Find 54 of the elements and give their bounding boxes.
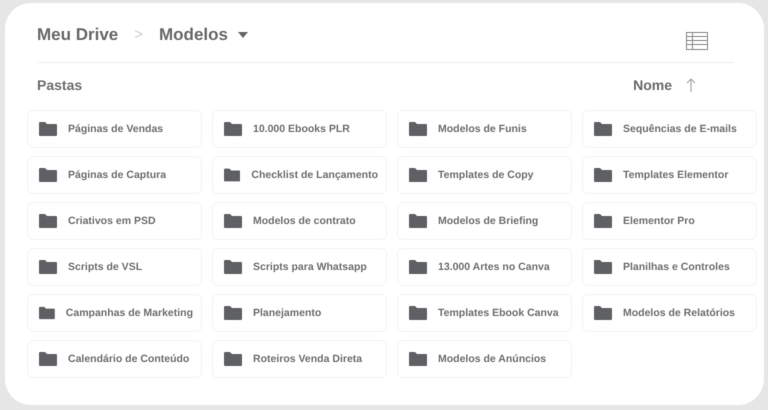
folder-icon: [409, 168, 427, 182]
folder-item[interactable]: Modelos de Funis: [397, 110, 572, 148]
folder-item[interactable]: Campanhas de Marketing: [27, 294, 202, 332]
list-view-icon[interactable]: [686, 32, 708, 50]
folder-icon: [409, 122, 427, 136]
folder-icon: [39, 214, 57, 228]
folder-item[interactable]: Templates Elementor: [582, 156, 757, 194]
folder-item[interactable]: Modelos de Briefing: [397, 202, 572, 240]
folder-item[interactable]: Calendário de Conteúdo: [27, 340, 202, 378]
folder-icon: [224, 122, 242, 136]
caret-icon[interactable]: [238, 32, 248, 38]
folder-icon: [594, 122, 612, 136]
folder-icon: [224, 306, 242, 320]
folder-icon: [39, 122, 57, 136]
folder-item[interactable]: Checklist de Lançamento: [212, 156, 387, 194]
folder-icon: [39, 352, 57, 366]
folder-item[interactable]: Modelos de Relatórios: [582, 294, 757, 332]
folder-item[interactable]: Páginas de Vendas: [27, 110, 202, 148]
sort-arrow-icon[interactable]: [686, 78, 696, 92]
folder-item[interactable]: Páginas de Captura: [27, 156, 202, 194]
folder-icon: [409, 352, 427, 366]
folder-icon: [409, 306, 427, 320]
section-title: Pastas: [37, 77, 82, 93]
folder-item[interactable]: Templates Ebook Canva: [397, 294, 572, 332]
folder-icon: [409, 260, 427, 274]
folder-item[interactable]: Templates de Copy: [397, 156, 572, 194]
folder-icon: [594, 214, 612, 228]
folder-icon: [594, 168, 612, 182]
folder-item[interactable]: Planilhas e Controles: [582, 248, 757, 286]
folder-icon: [594, 306, 612, 320]
breadcrumb-link[interactable]: Meu Drive: [37, 24, 118, 44]
folder-icon: [224, 260, 242, 274]
sort-label[interactable]: Nome: [633, 77, 672, 93]
folder-item[interactable]: Roteiros Venda Direta: [212, 340, 387, 378]
folder-item[interactable]: Planejamento: [212, 294, 387, 332]
folder-icon: [224, 214, 242, 228]
folder-icon: [224, 352, 242, 366]
folder-icon: [224, 168, 240, 182]
folder-icon: [39, 168, 57, 182]
folder-icon: [39, 306, 55, 320]
current-folder[interactable]: Modelos: [159, 24, 228, 44]
folder-item[interactable]: Scripts para Whatsapp: [212, 248, 387, 286]
folder-item[interactable]: Modelos de Anúncios: [397, 340, 572, 378]
folder-item[interactable]: Criativos em PSD: [27, 202, 202, 240]
folder-icon: [39, 260, 57, 274]
folder-item[interactable]: 13.000 Artes no Canva: [397, 248, 572, 286]
folder-item[interactable]: Sequências de E-mails: [582, 110, 757, 148]
folder-item[interactable]: 10.000 Ebooks PLR: [212, 110, 387, 148]
folder-icon: [409, 214, 427, 228]
folder-icon: [594, 260, 612, 274]
folder-item[interactable]: Elementor Pro: [582, 202, 757, 240]
folder-item[interactable]: Scripts de VSL: [27, 248, 202, 286]
folder-item[interactable]: Modelos de contrato: [212, 202, 387, 240]
breadcrumb-separator: >: [134, 26, 144, 43]
